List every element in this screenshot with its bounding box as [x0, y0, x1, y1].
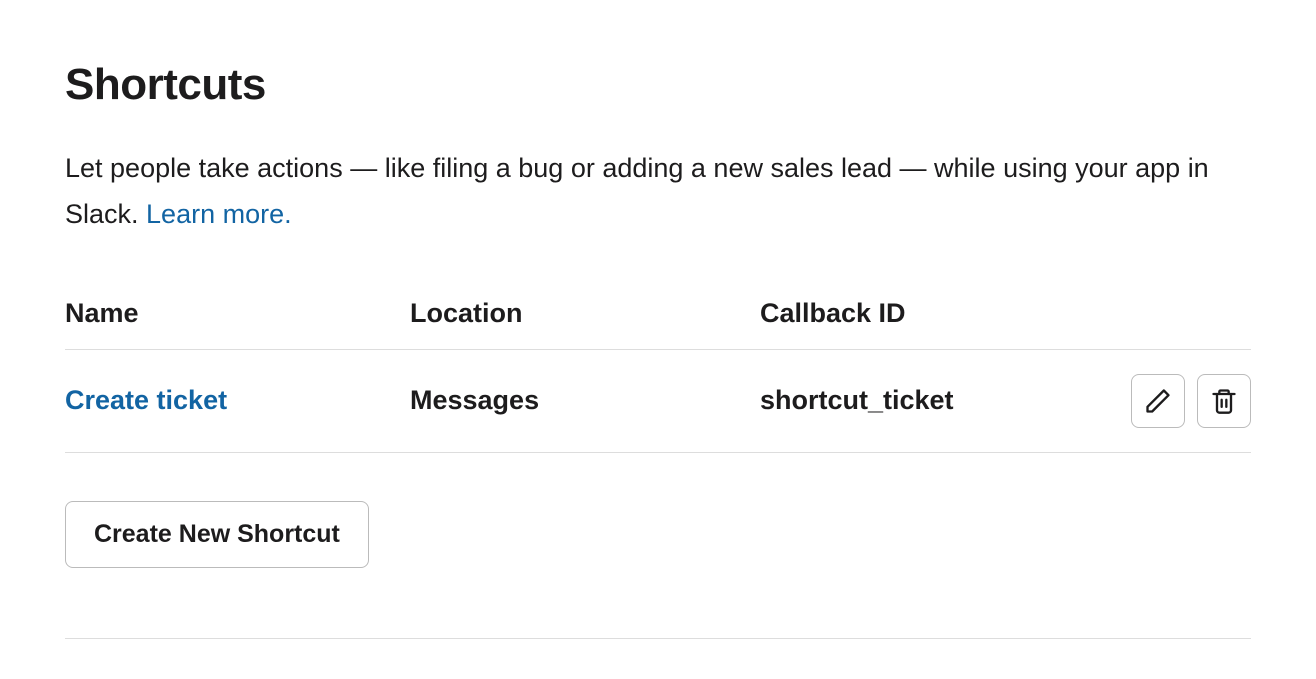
cell-name: Create ticket — [65, 385, 410, 416]
cell-actions — [1091, 374, 1251, 428]
column-header-location: Location — [410, 298, 760, 329]
shortcut-name-link[interactable]: Create ticket — [65, 385, 227, 415]
pencil-icon — [1144, 387, 1172, 415]
table-header-row: Name Location Callback ID — [65, 298, 1251, 350]
cell-location: Messages — [410, 385, 760, 416]
cell-callback: shortcut_ticket — [760, 385, 1091, 416]
trash-icon — [1210, 387, 1238, 415]
edit-button[interactable] — [1131, 374, 1185, 428]
column-header-name: Name — [65, 298, 410, 329]
learn-more-link[interactable]: Learn more. — [146, 199, 292, 229]
shortcuts-table: Name Location Callback ID Create ticket … — [65, 298, 1251, 453]
section-divider — [65, 638, 1251, 639]
table-row: Create ticket Messages shortcut_ticket — [65, 350, 1251, 453]
page-description: Let people take actions — like filing a … — [65, 146, 1245, 238]
column-header-callback: Callback ID — [760, 298, 1091, 329]
create-new-shortcut-button[interactable]: Create New Shortcut — [65, 501, 369, 568]
page-title: Shortcuts — [65, 60, 1251, 110]
delete-button[interactable] — [1197, 374, 1251, 428]
